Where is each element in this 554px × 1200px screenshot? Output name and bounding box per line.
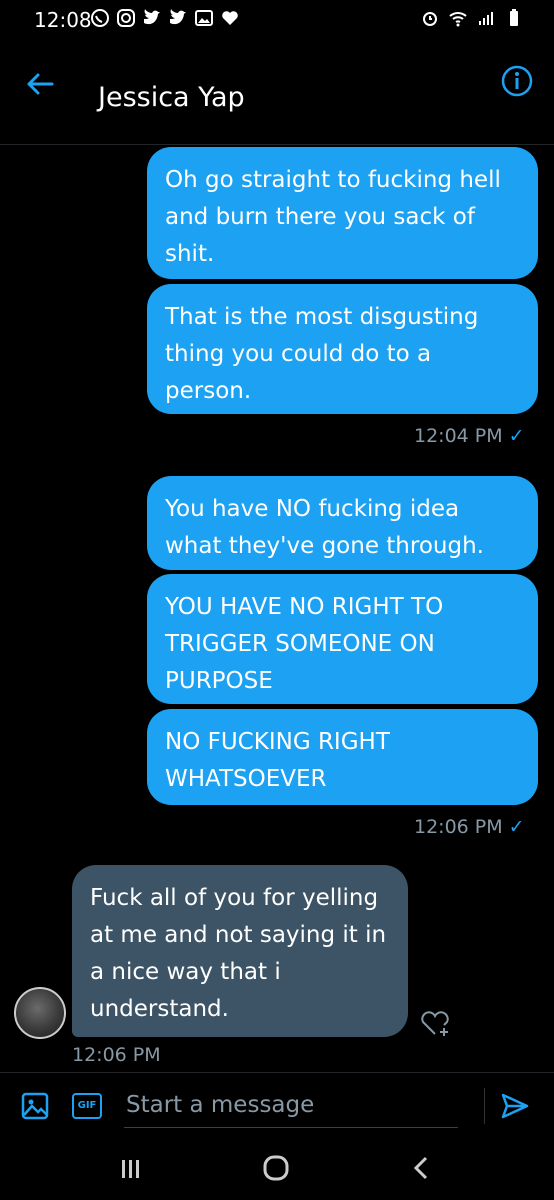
message-composer: GIF: [0, 1072, 554, 1131]
message-text: That is the most disgusting thing you co…: [165, 304, 479, 404]
message-bubble-outgoing[interactable]: YOU HAVE NO RIGHT TO TRIGGER SOMEONE ON …: [147, 574, 538, 704]
avatar[interactable]: [14, 987, 66, 1039]
gif-button[interactable]: GIF: [72, 1093, 102, 1119]
message-bubble-incoming[interactable]: Fuck all of you for yelling at me and no…: [72, 865, 408, 1037]
battery-icon: [510, 9, 518, 26]
read-check-icon: ✓: [508, 425, 525, 447]
instagram-icon: [117, 9, 135, 27]
notification-icons: [90, 8, 240, 28]
recent-apps-icon[interactable]: [118, 1158, 144, 1180]
twitter-icon: [144, 9, 160, 25]
send-icon[interactable]: [500, 1091, 530, 1121]
message-bubble-outgoing[interactable]: That is the most disgusting thing you co…: [147, 284, 538, 414]
alarm-icon: [423, 12, 437, 26]
message-text: You have NO fucking idea what they've go…: [165, 496, 484, 559]
composer-divider: [484, 1088, 485, 1124]
message-timestamp: 12:04 PM ✓: [414, 425, 525, 447]
nav-back-icon[interactable]: [408, 1154, 434, 1182]
image-icon[interactable]: [20, 1091, 50, 1121]
conversation-header: Jessica Yap: [0, 44, 554, 145]
message-bubble-outgoing[interactable]: NO FUCKING RIGHT WHATSOEVER: [147, 709, 538, 805]
system-nav-bar: [0, 1136, 554, 1200]
wifi-icon: [449, 12, 467, 27]
message-timestamp: 12:06 PM: [72, 1044, 161, 1066]
twitter-icon: [170, 9, 186, 25]
message-timestamp: 12:06 PM ✓: [414, 816, 525, 838]
status-bar: 12:08: [0, 0, 554, 44]
message-text: Oh go straight to fucking hell and burn …: [165, 167, 501, 267]
read-check-icon: ✓: [508, 816, 525, 838]
back-arrow-icon[interactable]: [22, 66, 58, 102]
like-heart-icon[interactable]: [418, 1006, 452, 1040]
system-icons: [420, 8, 524, 28]
gallery-icon: [195, 10, 213, 26]
conversation-title[interactable]: Jessica Yap: [98, 82, 245, 113]
message-text: NO FUCKING RIGHT WHATSOEVER: [165, 729, 390, 792]
message-text: Fuck all of you for yelling at me and no…: [90, 885, 387, 1022]
message-bubble-outgoing[interactable]: Oh go straight to fucking hell and burn …: [147, 147, 538, 279]
whatsapp-icon: [91, 9, 109, 27]
message-bubble-outgoing[interactable]: You have NO fucking idea what they've go…: [147, 476, 538, 570]
status-time: 12:08: [34, 8, 92, 32]
home-icon[interactable]: [262, 1154, 290, 1182]
message-text: YOU HAVE NO RIGHT TO TRIGGER SOMEONE ON …: [165, 594, 444, 694]
message-input[interactable]: [124, 1083, 458, 1128]
info-icon[interactable]: [500, 64, 534, 98]
heart-icon: [222, 11, 238, 25]
signal-icon: [479, 12, 493, 25]
